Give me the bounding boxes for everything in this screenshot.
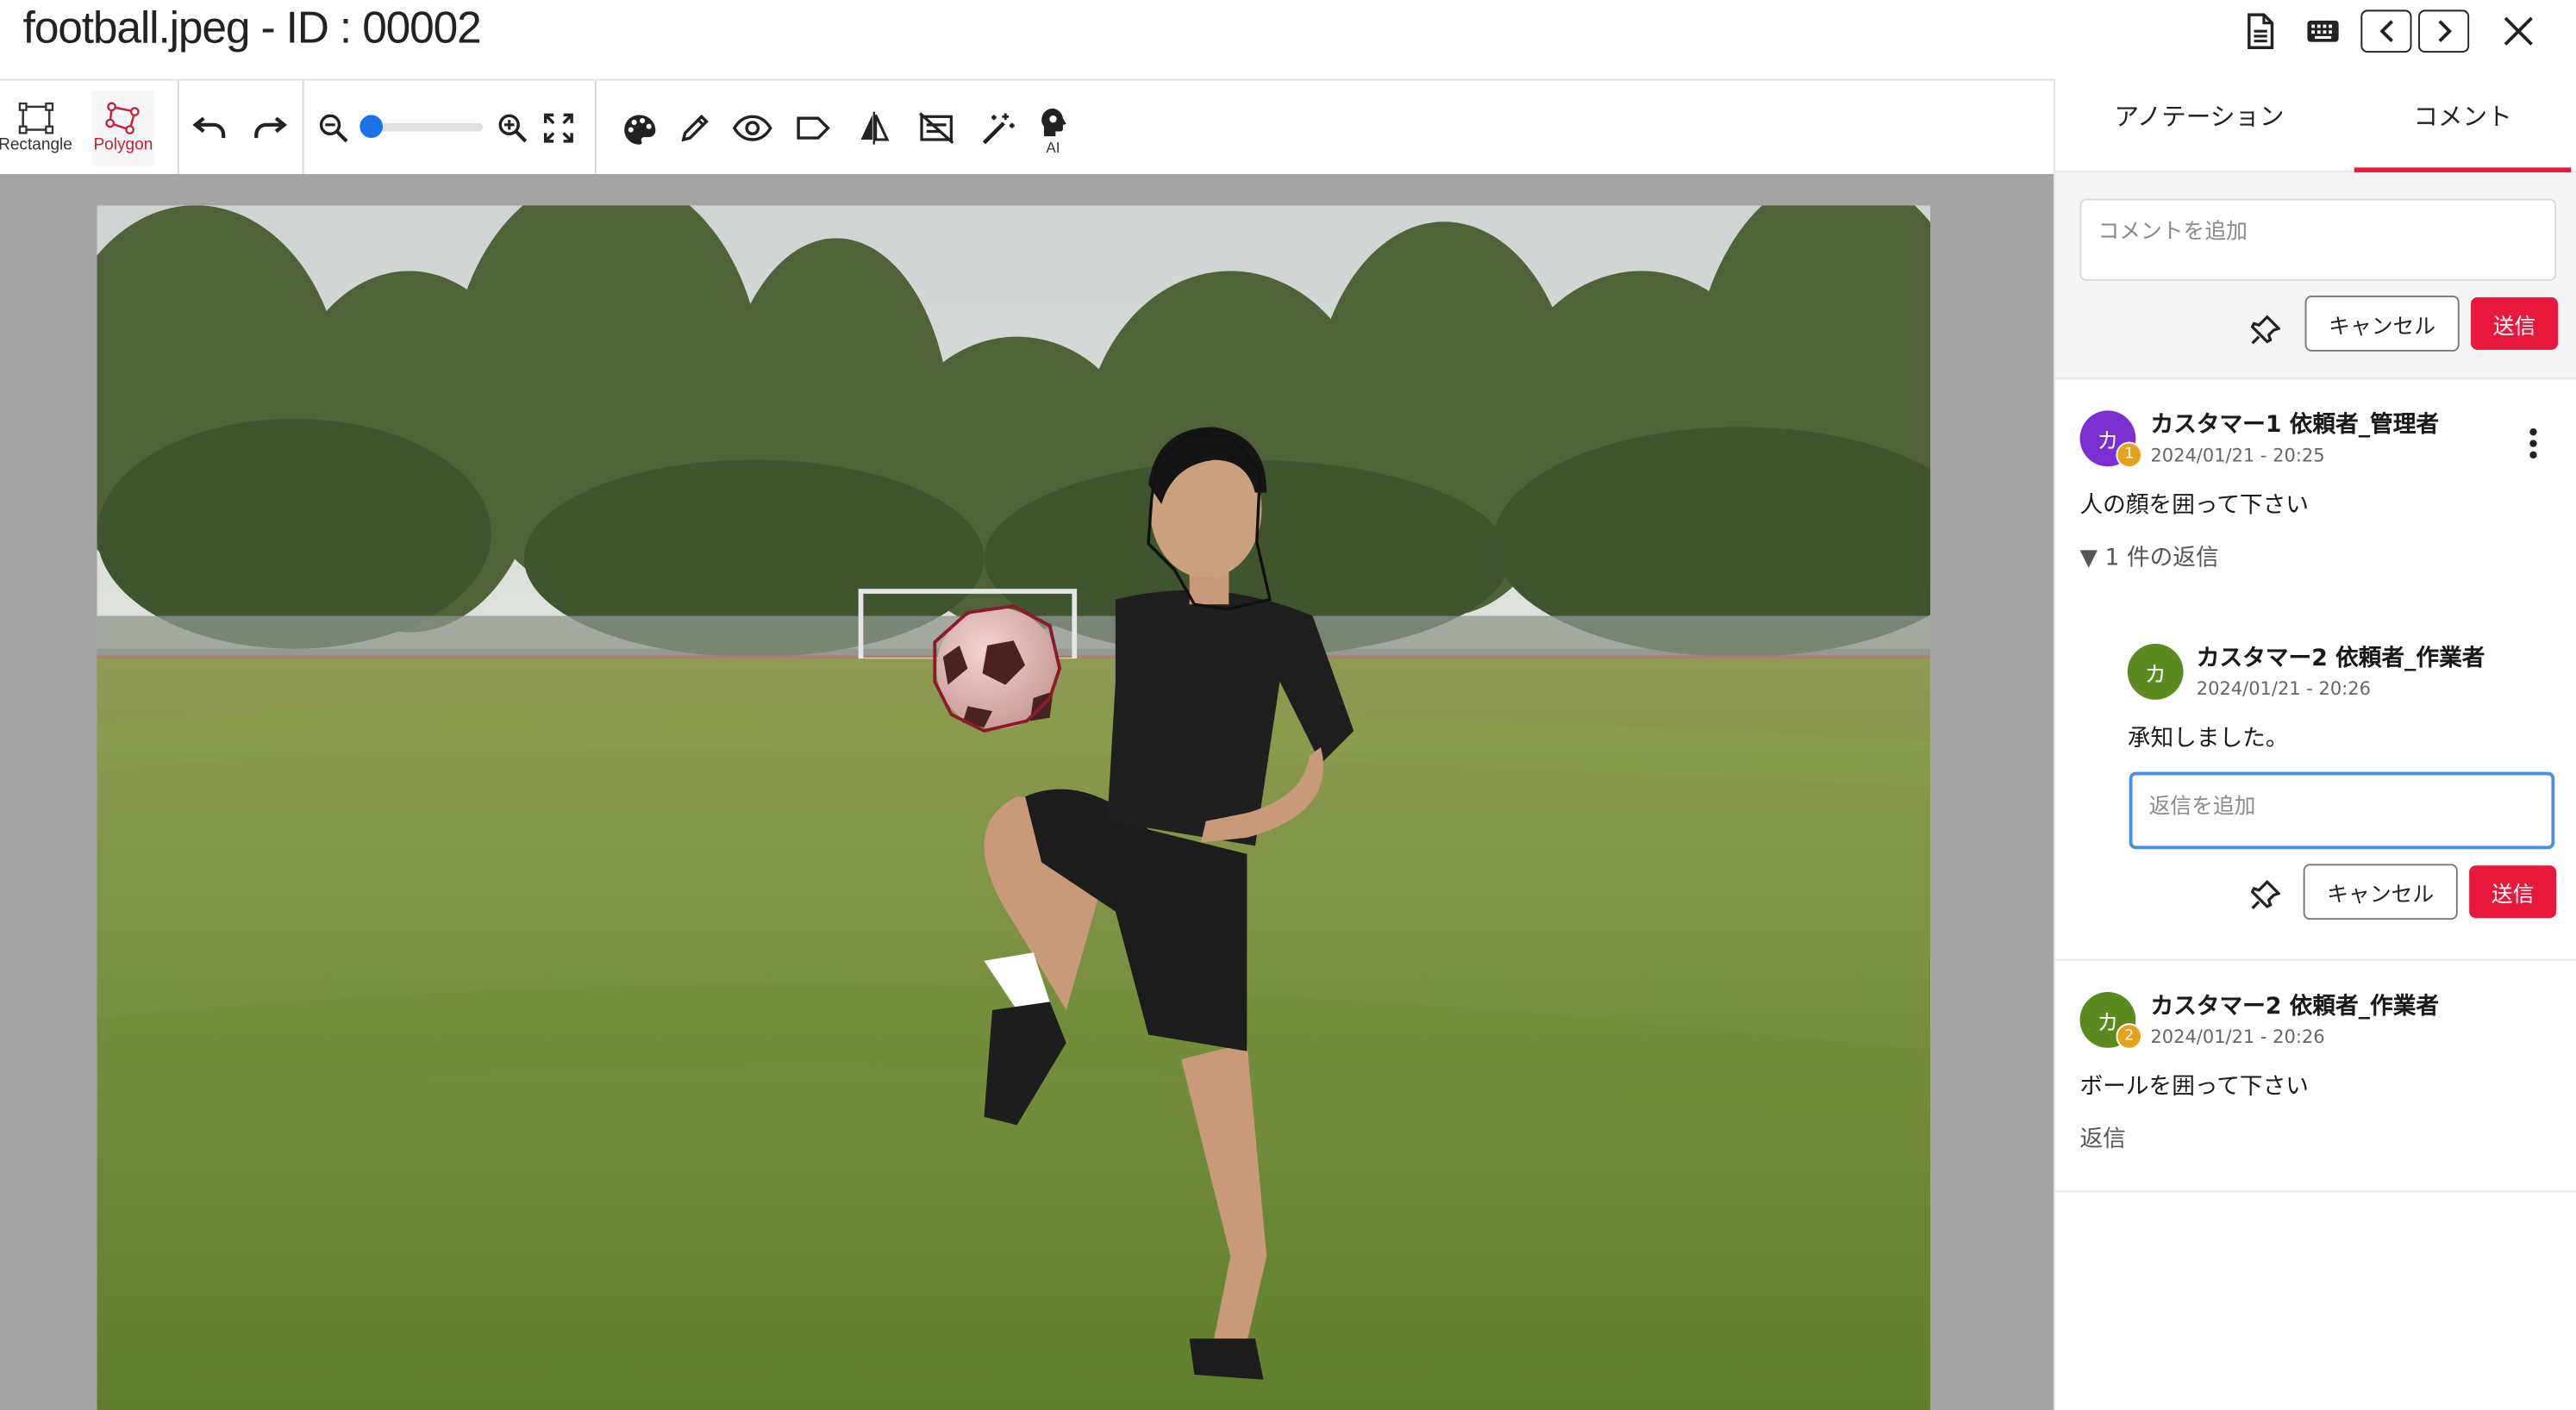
comment-date: 2024/01/21 - 20:25 bbox=[2150, 445, 2325, 467]
image-canvas[interactable] bbox=[0, 173, 2054, 1410]
ai-label: AI bbox=[1046, 139, 1060, 157]
tab-comment[interactable]: コメント bbox=[2413, 98, 2511, 133]
close-icon[interactable] bbox=[2500, 9, 2536, 53]
document-icon[interactable] bbox=[2244, 9, 2277, 53]
toolbar-divider bbox=[594, 80, 597, 176]
comment-author: カスタマー2 依頼者_作業者 bbox=[2150, 993, 2440, 1020]
polygon-tool-button[interactable]: Polygon bbox=[91, 90, 155, 166]
football-photo bbox=[97, 205, 1931, 1410]
label-icon[interactable] bbox=[792, 109, 835, 148]
chevron-right-icon bbox=[2437, 20, 2452, 42]
undo-icon[interactable] bbox=[187, 107, 230, 150]
reply-input[interactable]: 返信を追加 bbox=[2129, 771, 2555, 850]
polygon-icon bbox=[105, 102, 140, 134]
zoom-in-icon[interactable] bbox=[495, 110, 531, 147]
keyboard-icon[interactable] bbox=[2305, 9, 2342, 53]
comment-number-badge: 2 bbox=[2116, 1023, 2142, 1050]
annotation-toolbar: Rectangle Polygon AI bbox=[0, 78, 2054, 176]
pin-icon[interactable] bbox=[2250, 880, 2282, 916]
comment-divider bbox=[2054, 1190, 2576, 1193]
reply-author: カスタマー2 依頼者_作業者 bbox=[2196, 645, 2485, 672]
reply-send-button[interactable]: 送信 bbox=[2469, 865, 2557, 919]
comment-text: 人の顔を囲って下さい bbox=[2079, 492, 2309, 520]
rectangle-tool-button[interactable]: Rectangle bbox=[0, 90, 72, 166]
comment-input[interactable]: コメントを追加 bbox=[2079, 198, 2557, 281]
zoom-slider[interactable] bbox=[374, 122, 484, 132]
fit-screen-icon[interactable] bbox=[539, 110, 578, 147]
reply-link[interactable]: 返信 bbox=[2080, 1122, 2126, 1155]
avatar: カ bbox=[2127, 643, 2184, 700]
rectangle-icon bbox=[17, 102, 53, 134]
comment-text: ボールを囲って下さい bbox=[2079, 1074, 2309, 1101]
flip-icon[interactable] bbox=[854, 109, 894, 148]
ai-brain-button[interactable]: AI bbox=[1032, 103, 1075, 159]
panel-tabs: アノテーション コメント bbox=[2054, 78, 2576, 173]
toolbar-divider bbox=[302, 80, 304, 176]
polygon-label: Polygon bbox=[93, 136, 153, 155]
reply-cancel-button[interactable]: キャンセル bbox=[2303, 864, 2458, 920]
tab-annotation[interactable]: アノテーション bbox=[2115, 98, 2285, 133]
cancel-button[interactable]: キャンセル bbox=[2304, 296, 2460, 352]
replies-toggle[interactable]: ▼ 1 件の返信 bbox=[2080, 540, 2219, 573]
rectangle-label: Rectangle bbox=[0, 136, 72, 155]
more-options-icon[interactable] bbox=[2529, 427, 2538, 466]
pencil-icon[interactable] bbox=[675, 109, 715, 148]
comment-number-badge: 1 bbox=[2116, 441, 2142, 469]
chevron-left-icon bbox=[2379, 20, 2392, 42]
title-bar: football.jpeg - ID : 00002 bbox=[0, 0, 2576, 79]
annotated-image[interactable] bbox=[97, 205, 1931, 1410]
reply-text: 承知しました。 bbox=[2127, 726, 2289, 752]
eye-icon[interactable] bbox=[729, 109, 775, 148]
palette-icon[interactable] bbox=[618, 110, 661, 150]
window-title: football.jpeg - ID : 00002 bbox=[22, 3, 482, 53]
comment-author: カスタマー1 依頼者_管理者 bbox=[2150, 412, 2440, 439]
zoom-out-icon[interactable] bbox=[316, 110, 352, 147]
pin-icon[interactable] bbox=[2250, 315, 2282, 352]
reply-date: 2024/01/21 - 20:26 bbox=[2196, 678, 2371, 700]
magic-wand-icon[interactable] bbox=[978, 109, 1021, 148]
comment-date: 2024/01/21 - 20:26 bbox=[2150, 1026, 2325, 1048]
send-button[interactable]: 送信 bbox=[2471, 296, 2559, 350]
hide-labels-icon[interactable] bbox=[915, 109, 958, 148]
comment-panel: アノテーション コメント コメントを追加 キャンセル 送信 カ 1 カスタマー1… bbox=[2054, 78, 2576, 1410]
toolbar-divider bbox=[177, 80, 179, 176]
prev-image-button[interactable] bbox=[2360, 9, 2412, 53]
ai-brain-icon bbox=[1041, 108, 1066, 137]
next-image-button[interactable] bbox=[2418, 9, 2470, 53]
zoom-slider-handle[interactable] bbox=[360, 115, 384, 139]
comment-composer: コメントを追加 キャンセル 送信 bbox=[2054, 172, 2576, 380]
redo-icon[interactable] bbox=[250, 107, 293, 150]
comment-divider bbox=[2054, 958, 2576, 961]
